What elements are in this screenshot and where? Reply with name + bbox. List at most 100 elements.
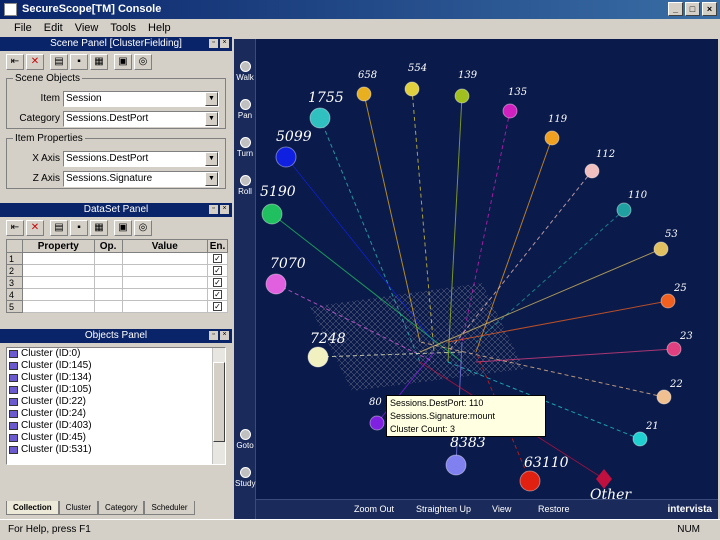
cluster-node-sphere[interactable] [307, 346, 329, 368]
cluster-node-sphere[interactable] [584, 163, 600, 179]
objects-scrollbar[interactable] [212, 348, 225, 464]
cluster-node-sphere[interactable] [275, 146, 297, 168]
export-icon[interactable]: ▦ [90, 54, 108, 70]
table-row[interactable]: 5 ✓ [6, 300, 228, 313]
cluster-node-sphere[interactable] [544, 130, 560, 146]
tab-cluster[interactable]: Cluster [58, 501, 99, 515]
col-header-property[interactable]: Property [21, 239, 95, 253]
view-button[interactable]: View [492, 504, 511, 514]
enabled-checkbox[interactable]: ✓ [213, 302, 222, 311]
straighten-up-button[interactable]: Straighten Up [416, 504, 471, 514]
back-icon[interactable]: ⇤ [6, 220, 24, 236]
walk-button[interactable]: Walk [235, 59, 255, 87]
category-select[interactable]: Sessions.DestPort ▼ [63, 110, 219, 127]
cluster-node-sphere[interactable] [666, 341, 682, 357]
open-folder-icon[interactable]: ▤ [50, 220, 68, 236]
cluster-node-sphere[interactable] [519, 470, 541, 492]
panel-pin-icon[interactable]: ▫ [209, 205, 218, 214]
delete-icon[interactable]: ✕ [26, 54, 44, 70]
cluster-node-sphere[interactable] [445, 454, 467, 476]
cluster-node-sphere[interactable] [632, 431, 648, 447]
turn-button[interactable]: Turn [235, 135, 255, 163]
list-item[interactable]: Cluster (ID:105) [7, 384, 225, 396]
cluster-node-sphere[interactable] [261, 203, 283, 225]
scroll-thumb[interactable] [213, 362, 225, 442]
other-node-marker[interactable] [596, 469, 612, 489]
menu-view[interactable]: View [75, 22, 99, 34]
pan-button[interactable]: Pan [235, 97, 255, 125]
cluster-node-sphere[interactable] [454, 88, 470, 104]
list-item[interactable]: Cluster (ID:134) [7, 372, 225, 384]
menu-edit[interactable]: Edit [44, 22, 63, 34]
open-folder-icon[interactable]: ▤ [50, 54, 68, 70]
study-button[interactable]: Study [235, 465, 255, 493]
tab-category[interactable]: Category [98, 501, 145, 515]
chevron-down-icon[interactable]: ▼ [205, 151, 218, 166]
tab-scheduler[interactable]: Scheduler [144, 501, 195, 515]
chevron-down-icon[interactable]: ▼ [205, 111, 218, 126]
cluster-node-sphere[interactable] [653, 241, 669, 257]
tab-collection[interactable]: Collection [6, 501, 59, 515]
cluster-node-sphere[interactable] [265, 273, 287, 295]
objects-list[interactable]: Cluster (ID:0) Cluster (ID:145) Cluster … [6, 347, 226, 465]
close-button[interactable]: × [702, 2, 717, 16]
cluster-node-sphere[interactable] [656, 389, 672, 405]
minimize-button[interactable]: _ [668, 2, 683, 16]
list-item[interactable]: Cluster (ID:403) [7, 420, 225, 432]
cluster-node-sphere[interactable] [616, 202, 632, 218]
zoom-out-button[interactable]: Zoom Out [354, 504, 394, 514]
category-select-value: Sessions.DestPort [66, 112, 149, 124]
chevron-down-icon[interactable]: ▼ [205, 171, 218, 186]
table-row[interactable]: 1 ✓ [6, 252, 228, 265]
save-icon[interactable]: ▪ [70, 220, 88, 236]
col-header-value[interactable]: Value [121, 239, 209, 253]
cluster-node-sphere[interactable] [404, 81, 420, 97]
list-item[interactable]: Cluster (ID:531) [7, 444, 225, 456]
restore-button[interactable]: Restore [538, 504, 570, 514]
cluster-node-sphere[interactable] [502, 103, 518, 119]
table-row[interactable]: 3 ✓ [6, 276, 228, 289]
delete-icon[interactable]: ✕ [26, 220, 44, 236]
list-item[interactable]: Cluster (ID:145) [7, 360, 225, 372]
chevron-down-icon[interactable]: ▼ [205, 91, 218, 106]
roll-button[interactable]: Roll [235, 173, 255, 201]
col-header-op[interactable]: Op. [93, 239, 123, 253]
list-item[interactable]: Cluster (ID:0) [7, 348, 225, 360]
cluster-node-sphere[interactable] [660, 293, 676, 309]
enabled-checkbox[interactable]: ✓ [213, 290, 222, 299]
menu-file[interactable]: File [14, 22, 32, 34]
panel-pin-icon[interactable]: ▫ [209, 331, 218, 340]
cluster-node-sphere[interactable] [356, 86, 372, 102]
xaxis-select[interactable]: Sessions.DestPort ▼ [63, 150, 219, 167]
save-icon[interactable]: ▪ [70, 54, 88, 70]
list-item[interactable]: Cluster (ID:24) [7, 408, 225, 420]
apply-icon[interactable]: ▣ [114, 220, 132, 236]
menu-help[interactable]: Help [148, 22, 171, 34]
apply-icon[interactable]: ▣ [114, 54, 132, 70]
panel-close-icon[interactable]: × [220, 331, 229, 340]
panel-close-icon[interactable]: × [220, 205, 229, 214]
enabled-checkbox[interactable]: ✓ [213, 266, 222, 275]
refresh-icon[interactable]: ◎ [134, 220, 152, 236]
list-item[interactable]: Cluster (ID:22) [7, 396, 225, 408]
goto-button[interactable]: Goto [235, 427, 255, 455]
maximize-button[interactable]: □ [685, 2, 700, 16]
zaxis-select[interactable]: Sessions.Signature ▼ [63, 170, 219, 187]
cluster-node-sphere[interactable] [369, 415, 385, 431]
enabled-checkbox[interactable]: ✓ [213, 278, 222, 287]
export-icon[interactable]: ▦ [90, 220, 108, 236]
menu-tools[interactable]: Tools [110, 22, 136, 34]
table-row[interactable]: 4 ✓ [6, 288, 228, 301]
table-row[interactable]: 2 ✓ [6, 264, 228, 277]
enabled-checkbox[interactable]: ✓ [213, 254, 222, 263]
refresh-icon[interactable]: ◎ [134, 54, 152, 70]
back-icon[interactable]: ⇤ [6, 54, 24, 70]
3d-viewport[interactable]: 658 554 139 135 119 1755 5099 112 5190 110 53 7070 2… [234, 39, 718, 519]
zaxis-label: Z Axis [32, 173, 60, 184]
col-header-enabled[interactable]: En. [207, 239, 228, 253]
item-select[interactable]: Session ▼ [63, 90, 219, 107]
panel-pin-icon[interactable]: ▫ [209, 39, 218, 48]
list-item[interactable]: Cluster (ID:45) [7, 432, 225, 444]
panel-close-icon[interactable]: × [220, 39, 229, 48]
cluster-node-sphere[interactable] [309, 107, 331, 129]
